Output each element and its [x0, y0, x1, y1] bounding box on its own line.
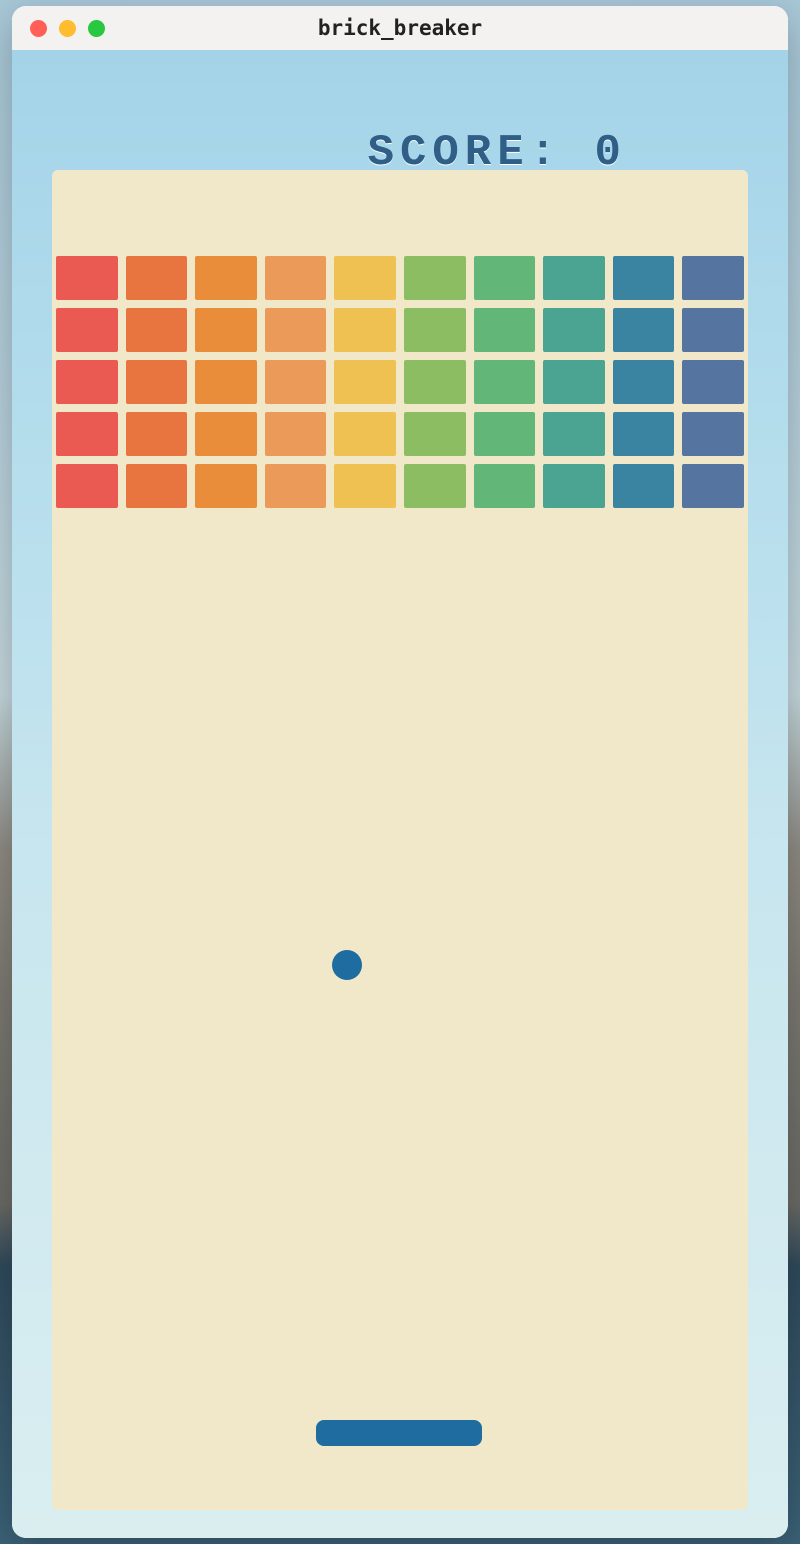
brick	[613, 308, 675, 352]
play-area[interactable]	[52, 170, 748, 1510]
brick	[56, 412, 118, 456]
close-icon[interactable]	[30, 20, 47, 37]
ball	[332, 950, 362, 980]
brick	[56, 464, 118, 508]
brick	[474, 308, 536, 352]
brick	[543, 308, 605, 352]
app-window: brick_breaker SCORE: 0	[12, 6, 788, 1538]
brick-grid	[52, 256, 748, 508]
zoom-icon[interactable]	[88, 20, 105, 37]
brick	[404, 360, 466, 404]
brick	[404, 308, 466, 352]
window-controls	[30, 20, 105, 37]
paddle[interactable]	[316, 1420, 482, 1446]
brick	[334, 360, 396, 404]
brick	[126, 464, 188, 508]
brick	[613, 464, 675, 508]
brick	[334, 464, 396, 508]
brick	[543, 256, 605, 300]
brick	[474, 464, 536, 508]
window-title: brick_breaker	[12, 16, 788, 40]
brick	[195, 464, 257, 508]
brick	[265, 412, 327, 456]
brick	[195, 360, 257, 404]
brick	[334, 308, 396, 352]
brick	[613, 256, 675, 300]
brick	[265, 464, 327, 508]
brick	[126, 360, 188, 404]
brick	[126, 308, 188, 352]
brick	[56, 308, 118, 352]
brick	[682, 308, 744, 352]
brick	[474, 256, 536, 300]
brick	[265, 308, 327, 352]
brick	[682, 360, 744, 404]
brick	[404, 412, 466, 456]
minimize-icon[interactable]	[59, 20, 76, 37]
brick	[543, 464, 605, 508]
brick	[265, 360, 327, 404]
brick	[195, 412, 257, 456]
brick	[56, 360, 118, 404]
brick	[195, 256, 257, 300]
titlebar[interactable]: brick_breaker	[12, 6, 788, 51]
brick	[543, 360, 605, 404]
brick	[404, 464, 466, 508]
brick	[682, 412, 744, 456]
brick	[474, 412, 536, 456]
brick	[126, 256, 188, 300]
brick	[404, 256, 466, 300]
brick	[474, 360, 536, 404]
brick	[613, 360, 675, 404]
brick	[195, 308, 257, 352]
brick	[334, 256, 396, 300]
brick	[334, 412, 396, 456]
brick	[56, 256, 118, 300]
game-client: SCORE: 0	[12, 50, 788, 1538]
brick	[543, 412, 605, 456]
brick	[265, 256, 327, 300]
brick	[126, 412, 188, 456]
brick	[613, 412, 675, 456]
brick	[682, 256, 744, 300]
brick	[682, 464, 744, 508]
